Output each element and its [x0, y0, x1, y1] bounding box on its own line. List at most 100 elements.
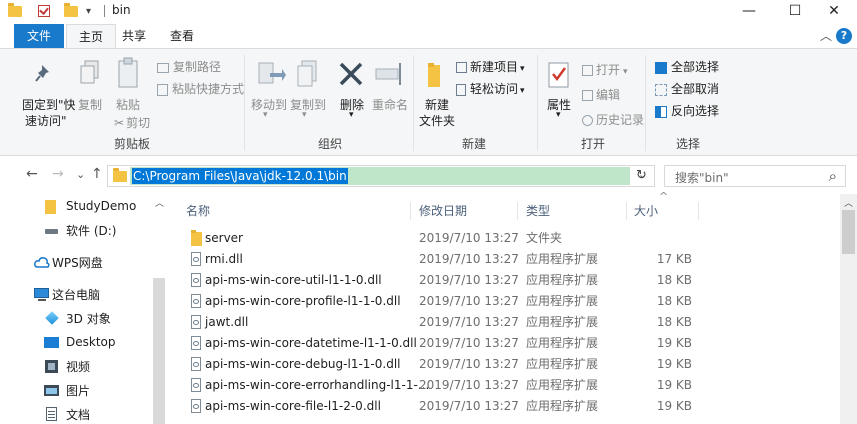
clipboard-group-label: 剪贴板 — [114, 137, 151, 151]
tab-file[interactable]: 文件 — [14, 24, 64, 48]
table-row[interactable]: api-ms-win-core-file-l1-2-0.dll 2019/7/10… — [172, 396, 839, 417]
column-header-name[interactable]: 名称 — [186, 200, 210, 222]
column-header-size[interactable]: 大小 — [634, 200, 658, 222]
paste-shortcut-button[interactable]: 粘贴快捷方式 — [157, 80, 244, 97]
file-size: 17 KB — [656, 252, 692, 266]
ribbon: 固定到"快 速访问" 复制 粘贴 复制路径 粘贴快捷方式 ✂ 剪切 剪贴板 移动到… — [0, 48, 857, 156]
tab-share[interactable]: 共享 — [110, 24, 158, 48]
search-box[interactable]: 搜索"bin" ⌕ — [664, 165, 846, 187]
open-button[interactable]: 打开 ▾ — [582, 61, 628, 78]
up-button[interactable]: ↑ — [91, 166, 103, 182]
window-title: bin — [112, 3, 131, 17]
recent-locations-button[interactable]: ⌄ — [76, 168, 85, 181]
copy-button[interactable]: 复制 — [78, 96, 102, 113]
paste-button[interactable]: 粘贴 — [116, 96, 140, 113]
new-item-button[interactable]: 新建项目 ▾ — [456, 58, 525, 75]
picture-icon — [44, 383, 60, 397]
sidebar-item-3d-objects[interactable]: 3D 对象 — [44, 308, 111, 328]
file-list-scrollbar[interactable]: ︿ — [840, 194, 857, 424]
sidebar-item-pictures[interactable]: 图片 — [44, 380, 90, 400]
sidebar-item-videos[interactable]: 视频 — [44, 356, 90, 376]
file-name: api-ms-win-core-file-l1-2-0.dll — [205, 399, 381, 413]
sidebar-item-documents[interactable]: 文档 — [44, 404, 90, 424]
quick-access-dropdown[interactable]: ▾ — [86, 6, 91, 17]
move-to-button[interactable]: 移动到 — [251, 96, 287, 113]
refresh-button[interactable]: ↻ — [636, 168, 647, 183]
tab-view[interactable]: 查看 — [158, 24, 206, 48]
folder-icon[interactable] — [8, 2, 22, 17]
close-button[interactable]: ✕ — [811, 0, 857, 22]
file-name: rmi.dll — [205, 252, 243, 266]
scissors-icon: ✂ — [114, 116, 125, 130]
sidebar-item-studydemo[interactable]: StudyDemo — [44, 196, 136, 216]
file-date: 2019/7/10 13:27 — [419, 336, 519, 350]
table-row[interactable]: api-ms-win-core-errorhandling-l1-1-... 20… — [172, 375, 839, 396]
table-row[interactable]: server 2019/7/10 13:27 文件夹 — [172, 228, 839, 249]
properties-dropdown-icon[interactable]: ▾ — [556, 110, 561, 120]
file-size: 19 KB — [656, 336, 692, 350]
address-bar[interactable]: C:\Program Files\Java\jdk-12.0.1\bin ⌄ — [107, 165, 655, 187]
table-row[interactable]: api-ms-win-core-profile-l1-1-0.dll 2019/7… — [172, 291, 839, 312]
paste-icon — [118, 57, 138, 88]
new-folder-button[interactable]: 新建 — [425, 96, 449, 113]
sidebar-item-drive-d[interactable]: 软件 (D:) — [44, 220, 116, 240]
select-all-button[interactable]: 全部选择 — [655, 58, 719, 75]
pin-quick-access-button[interactable]: 固定到"快 — [22, 96, 76, 113]
scroll-up-arrow[interactable]: ︿ — [155, 196, 164, 209]
column-divider — [410, 202, 411, 220]
title-bar: ▾ bin — ☐ ✕ — [0, 0, 857, 24]
group-separator — [413, 55, 414, 151]
delete-dropdown-icon[interactable]: ▾ — [349, 110, 354, 120]
move-to-dropdown-icon[interactable]: ▾ — [263, 110, 268, 120]
easy-access-button[interactable]: 轻松访问 ▾ — [456, 80, 525, 97]
navigation-pane-scrollbar[interactable]: ︿ — [152, 194, 166, 424]
pin-quick-access-label: 速访问" — [25, 114, 67, 128]
minimize-button[interactable]: — — [726, 0, 772, 22]
table-row[interactable]: api-ms-win-core-datetime-l1-1-0.dll 2019/… — [172, 333, 839, 354]
column-header-date[interactable]: 修改日期 — [419, 200, 467, 222]
dll-file-icon — [190, 293, 202, 309]
file-name: server — [205, 231, 243, 245]
select-group-label: 选择 — [676, 137, 701, 151]
copy-path-button[interactable]: 复制路径 — [157, 58, 221, 75]
history-button[interactable]: 历史记录 — [582, 111, 644, 128]
file-type: 应用程序扩展 — [526, 294, 599, 308]
new-item-icon — [456, 62, 467, 73]
copy-to-button[interactable]: 复制到 — [290, 96, 326, 113]
scroll-up-arrow[interactable]: ︿ — [844, 196, 853, 209]
file-type: 文件夹 — [526, 231, 563, 245]
table-row[interactable]: api-ms-win-core-util-l1-1-0.dll 2019/7/10… — [172, 270, 839, 291]
edit-button[interactable]: 编辑 — [582, 86, 620, 103]
search-input[interactable]: 搜索"bin" — [675, 169, 729, 186]
address-text[interactable]: C:\Program Files\Java\jdk-12.0.1\bin — [132, 168, 348, 184]
scrollbar-thumb[interactable] — [153, 278, 165, 424]
search-icon[interactable]: ⌕ — [829, 167, 837, 185]
back-button[interactable]: ← — [26, 166, 38, 182]
sidebar-item-wps-cloud[interactable]: WPS网盘 — [34, 252, 103, 272]
scrollbar-thumb[interactable] — [842, 210, 855, 254]
tab-home[interactable]: 主页 — [66, 24, 117, 49]
navigation-pane: StudyDemo 软件 (D:) WPS网盘 这台电脑 3D 对象 Deskt… — [0, 192, 168, 424]
column-header-type[interactable]: 类型 — [526, 200, 550, 222]
select-none-button[interactable]: 全部取消 — [655, 80, 719, 97]
dll-file-icon — [190, 356, 202, 372]
open-group-label: 打开 — [581, 137, 606, 151]
easy-access-dropdown-icon: ▾ — [520, 86, 525, 96]
sidebar-item-this-pc[interactable]: 这台电脑 — [34, 284, 100, 304]
table-row[interactable]: jawt.dll 2019/7/10 13:27 应用程序扩展 18 KB — [172, 312, 839, 333]
help-button[interactable]: ? — [836, 28, 852, 44]
invert-selection-button[interactable]: 反向选择 — [655, 102, 719, 119]
desktop-icon — [44, 335, 60, 349]
rename-button[interactable]: 重命名 — [372, 96, 408, 113]
checkbox-icon[interactable] — [38, 5, 50, 17]
sidebar-item-desktop[interactable]: Desktop — [44, 332, 116, 352]
copy-to-dropdown-icon[interactable]: ▾ — [302, 110, 307, 120]
video-icon — [44, 359, 60, 373]
folder-icon — [44, 199, 60, 214]
cut-button[interactable]: ✂ 剪切 — [114, 114, 150, 131]
copy-path-icon — [157, 62, 169, 73]
forward-button[interactable]: → — [52, 166, 64, 182]
new-folder-icon[interactable] — [64, 2, 78, 17]
table-row[interactable]: rmi.dll 2019/7/10 13:27 应用程序扩展 17 KB — [172, 249, 839, 270]
table-row[interactable]: api-ms-win-core-debug-l1-1-0.dll 2019/7/1… — [172, 354, 839, 375]
